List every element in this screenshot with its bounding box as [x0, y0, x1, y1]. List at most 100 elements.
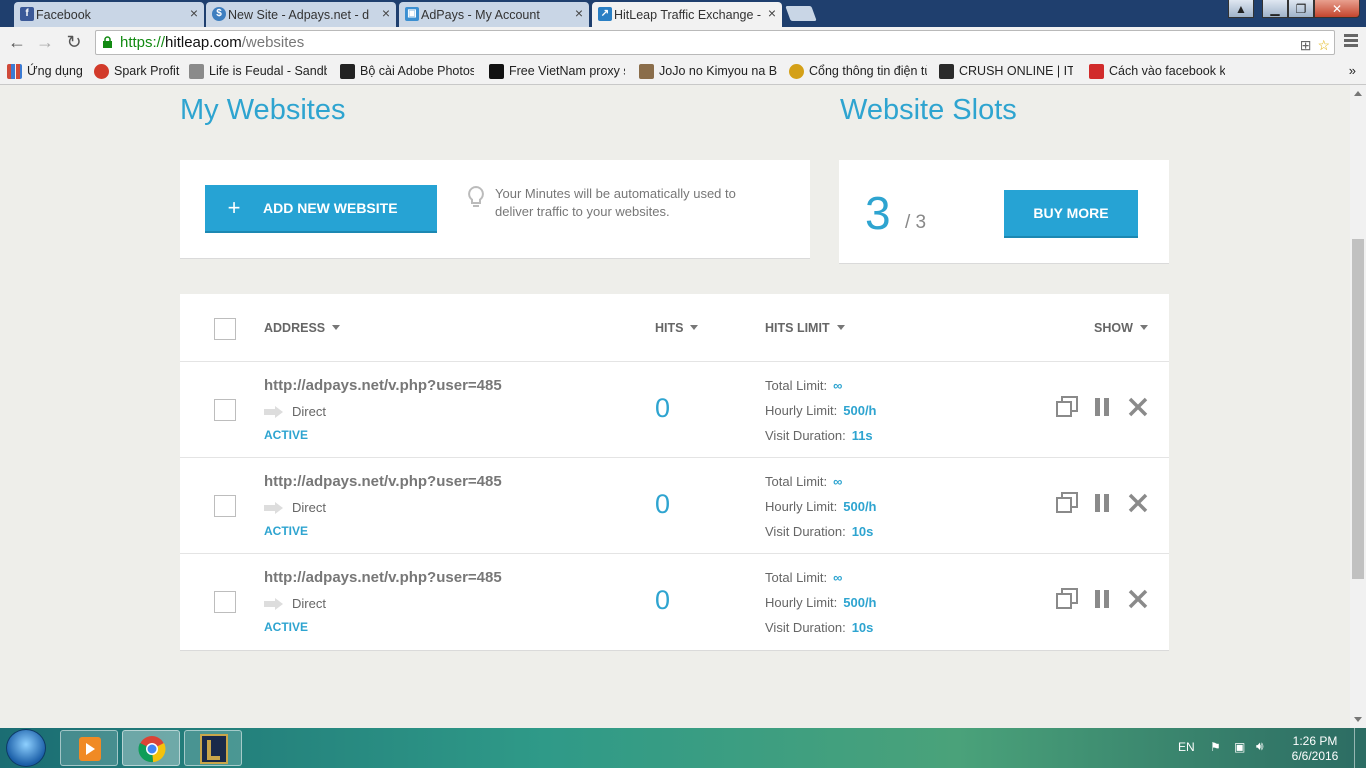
site-icon — [489, 64, 504, 79]
plus-icon: + — [227, 195, 241, 220]
scrollbar-thumb[interactable] — [1352, 239, 1364, 579]
visit-duration: Visit Duration: 11s — [765, 428, 873, 443]
start-button[interactable] — [6, 729, 46, 767]
row-checkbox[interactable] — [214, 399, 236, 421]
window-close-button[interactable]: ✕ — [1314, 0, 1360, 18]
browser-toolbar: ← → ↻ https://hitleap.com/websites ⊞ ☆ — [0, 27, 1366, 58]
tab-adpays-new-site[interactable]: $ New Site - Adpays.net - d × — [206, 2, 396, 27]
source-label: Direct — [292, 500, 326, 515]
buy-more-button[interactable]: BUY MORE — [1004, 190, 1138, 238]
copy-icon[interactable] — [1056, 588, 1078, 610]
close-icon[interactable]: × — [190, 5, 198, 21]
add-new-website-button[interactable]: + ADD NEW WEBSITE — [205, 185, 437, 233]
lock-icon — [103, 36, 112, 48]
pause-icon[interactable] — [1091, 396, 1113, 418]
browser-tab-strip: f Facebook × $ New Site - Adpays.net - d… — [0, 0, 1366, 27]
close-icon[interactable]: × — [382, 5, 390, 21]
row-checkbox[interactable] — [214, 591, 236, 613]
delete-x-icon[interactable] — [1127, 492, 1149, 514]
total-limit: Total Limit: ∞ — [765, 570, 842, 585]
select-all-checkbox[interactable] — [214, 318, 236, 340]
source-label: Direct — [292, 596, 326, 611]
bookmark-label: JoJo no Kimyou na Bo — [659, 64, 777, 78]
slots-used: 3 — [865, 187, 891, 239]
tab-adpays-account[interactable]: ▣ AdPays - My Account × — [399, 2, 589, 27]
forward-arrow-icon[interactable]: → — [34, 31, 56, 53]
hitleap-icon: ↗ — [598, 7, 612, 21]
bookmark-spark-profit[interactable]: Spark Profit — [94, 63, 180, 80]
sort-hits-limit[interactable]: HITS LIMIT — [765, 321, 845, 335]
limit-value: 500/h — [843, 403, 877, 418]
back-arrow-icon[interactable]: ← — [6, 31, 28, 53]
scroll-down-icon[interactable] — [1354, 717, 1362, 722]
star-icon[interactable]: ☆ — [1317, 34, 1330, 57]
site-icon — [639, 64, 654, 79]
copy-icon[interactable] — [1056, 396, 1078, 418]
header-label: HITS — [655, 321, 684, 335]
header-label: SHOW — [1094, 321, 1133, 335]
reload-icon[interactable]: ↻ — [63, 31, 85, 53]
hits-count: 0 — [655, 393, 671, 423]
limit-label: Total Limit: — [765, 570, 828, 585]
translate-icon[interactable]: ⊞ — [1300, 34, 1312, 57]
user-icon[interactable]: ▲ — [1228, 0, 1254, 18]
chrome-icon[interactable] — [122, 730, 180, 766]
scroll-up-icon[interactable] — [1354, 91, 1362, 96]
slots-card: 3 / 3 BUY MORE — [839, 160, 1169, 264]
copy-icon[interactable] — [1056, 492, 1078, 514]
show-desktop-button[interactable] — [1354, 728, 1366, 768]
sort-hits[interactable]: HITS — [655, 321, 699, 335]
hourly-limit: Hourly Limit: 500/h — [765, 499, 877, 514]
add-website-card: + ADD NEW WEBSITE Your Minutes will be a… — [180, 160, 810, 259]
tab-hitleap[interactable]: ↗ HitLeap Traffic Exchange - × — [592, 2, 782, 27]
bookmark-jojo[interactable]: JoJo no Kimyou na Bo — [639, 63, 777, 80]
limit-label: Visit Duration: — [765, 620, 846, 635]
volume-icon[interactable]: 🔊︎ — [1256, 739, 1264, 754]
bookmark-proxy[interactable]: Free VietNam proxy s — [489, 63, 625, 80]
bookmark-cong-thong-tin[interactable]: Cổng thông tin điện tử — [789, 63, 927, 80]
minimize-button[interactable]: ▁ — [1262, 0, 1288, 18]
network-icon[interactable]: ▣ — [1234, 740, 1245, 754]
bookmarks-bar: Ứng dụng Spark Profit Life is Feudal - S… — [0, 58, 1366, 85]
chevron-right-icon[interactable]: » — [1349, 63, 1356, 78]
tab-facebook[interactable]: f Facebook × — [14, 2, 204, 27]
page-scrollbar[interactable] — [1350, 85, 1366, 728]
new-tab-button[interactable] — [785, 6, 817, 21]
swords-icon — [189, 64, 204, 79]
close-icon[interactable]: × — [575, 5, 583, 21]
system-clock[interactable]: 1:26 PM 6/6/2016 — [1280, 734, 1350, 764]
bookmark-life-is-feudal[interactable]: Life is Feudal - Sandb — [189, 63, 327, 80]
limit-value: 10s — [851, 524, 874, 539]
media-player-icon[interactable] — [60, 730, 118, 766]
page-content: My Websites Website Slots + ADD NEW WEBS… — [0, 85, 1350, 728]
url-path: /websites — [241, 34, 305, 51]
source-label: Direct — [292, 404, 326, 419]
bookmark-photoshop[interactable]: Bộ cài Adobe Photosh — [340, 63, 474, 80]
maximize-button[interactable]: ❐ — [1288, 0, 1314, 18]
sort-address[interactable]: ADDRESS — [264, 321, 341, 335]
bookmark-crush-online[interactable]: CRUSH ONLINE | IT'S — [939, 63, 1073, 80]
website-address[interactable]: http://adpays.net/v.php?user=485 — [264, 377, 502, 394]
arrow-right-icon — [264, 406, 283, 418]
bookmark-facebook-access[interactable]: Cách vào facebook kh — [1089, 63, 1225, 80]
delete-x-icon[interactable] — [1127, 588, 1149, 610]
show-filter[interactable]: SHOW — [1094, 321, 1148, 335]
close-icon[interactable]: × — [768, 5, 776, 21]
pause-icon[interactable] — [1091, 588, 1113, 610]
bookmark-apps[interactable]: Ứng dụng — [7, 63, 87, 80]
row-checkbox[interactable] — [214, 495, 236, 517]
limit-label: Hourly Limit: — [765, 499, 838, 514]
address-bar[interactable]: https://hitleap.com/websites ⊞ ☆ — [95, 30, 1335, 55]
website-address[interactable]: http://adpays.net/v.php?user=485 — [264, 473, 502, 490]
traffic-source: Direct — [264, 500, 326, 515]
limit-value: 500/h — [843, 499, 877, 514]
delete-x-icon[interactable] — [1127, 396, 1149, 418]
league-of-legends-icon[interactable] — [184, 730, 242, 766]
pause-icon[interactable] — [1091, 492, 1113, 514]
language-indicator[interactable]: EN — [1178, 740, 1195, 754]
action-center-flag-icon[interactable]: ⚑ — [1210, 740, 1221, 754]
menu-icon[interactable] — [1344, 34, 1358, 49]
slots-total: / 3 — [905, 212, 927, 233]
website-address[interactable]: http://adpays.net/v.php?user=485 — [264, 569, 502, 586]
status-badge: ACTIVE — [264, 524, 309, 538]
